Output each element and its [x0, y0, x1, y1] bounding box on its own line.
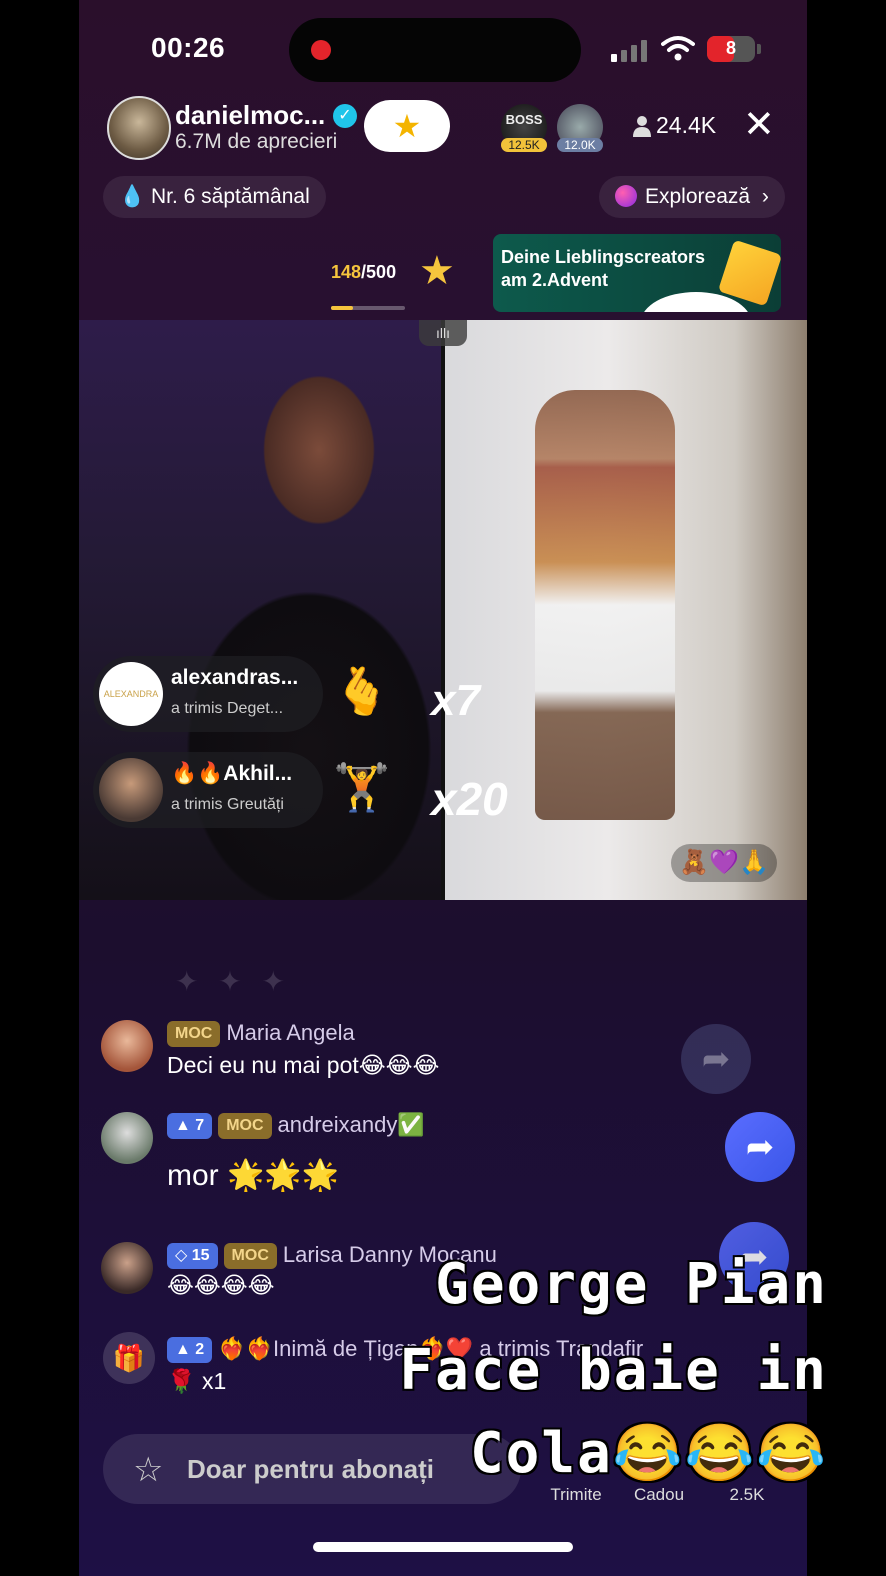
star-outline-icon: ☆	[133, 1451, 164, 1489]
comment-input[interactable]: ☆ Doar pentru abonați	[103, 1434, 521, 1504]
audio-levels-icon[interactable]: ıllı	[419, 320, 467, 346]
chat-message[interactable]: MOC Maria Angela Deci eu nu mai pot😂😂😂	[101, 1020, 661, 1080]
gift-message: a trimis Deget...	[171, 700, 284, 717]
chat-message[interactable]: ▲ 7 MOC andreixandy✅ mor 🌟🌟🌟	[101, 1112, 661, 1212]
battery-icon: 8	[707, 36, 755, 62]
person-icon	[633, 116, 651, 137]
guest-emoji-tag: 🧸💜🙏	[671, 844, 777, 882]
level-badge: ◇ 15	[167, 1243, 218, 1269]
gift-sender-name: alexandras...	[171, 666, 299, 689]
viewer-count[interactable]: 24.4K	[656, 112, 716, 139]
fan-badge: MOC	[167, 1021, 221, 1047]
avatar	[101, 1242, 153, 1294]
battery-tip	[757, 44, 761, 54]
send-label[interactable]: Trimite	[531, 1485, 621, 1505]
top-gifter-2-value: 12.0K	[557, 138, 603, 152]
explore-label: Explorează	[645, 185, 751, 208]
caption-line-2: Face baie in	[399, 1338, 828, 1403]
verified-badge-icon: ✓	[333, 104, 357, 128]
gift-notification[interactable]: 🔥🔥Akhil... a trimis Greutăți 🏋️	[93, 752, 390, 828]
recording-indicator-icon	[311, 40, 331, 60]
gift-sender-name: 🔥🔥Akhil...	[171, 762, 293, 785]
gift-notification[interactable]: ALEXANDRA alexandras... a trimis Deget..…	[93, 656, 390, 732]
goal-progress-text: 148/500	[331, 262, 396, 283]
chat-header: ▲ 7 MOC andreixandy✅	[167, 1112, 425, 1139]
chat-text: mor 🌟🌟🌟	[167, 1159, 340, 1192]
share-icon[interactable]: ➦	[681, 1024, 751, 1094]
explore-button[interactable]: Explorează ›	[599, 176, 785, 218]
dumbbell-icon: 🏋️	[333, 761, 391, 813]
goal-total: /500	[361, 262, 397, 282]
share-button[interactable]: ➦	[725, 1112, 795, 1182]
host-likes: 6.7M de aprecieri	[175, 130, 338, 153]
boss-label: BOSS	[505, 112, 543, 127]
host-avatar[interactable]	[107, 96, 171, 160]
home-indicator	[313, 1542, 573, 1552]
caption-line-1: George Pian	[435, 1252, 828, 1317]
fan-badge: MOC	[223, 1243, 277, 1269]
top-gifter-1-value: 12.5K	[501, 138, 547, 152]
chat-text: 🌹 x1	[167, 1368, 227, 1394]
battery-level: 8	[725, 38, 736, 58]
dynamic-island	[289, 18, 581, 82]
chevron-right-icon: ›	[761, 185, 769, 208]
weekly-rank-pill[interactable]: 💧 Nr. 6 săptămânal	[103, 176, 326, 218]
comment-placeholder: Doar pentru abonați	[187, 1454, 435, 1484]
chat-text: Deci eu nu mai pot😂😂😂	[167, 1052, 440, 1078]
follow-star-button[interactable]: ★	[364, 100, 450, 152]
avatar	[101, 1020, 153, 1072]
chat-username[interactable]: andreixandy✅	[278, 1112, 425, 1137]
likes-count[interactable]: 2.5K	[707, 1485, 787, 1505]
gift-message: a trimis Greutăți	[171, 796, 284, 813]
finger-heart-icon: 🫰	[333, 665, 391, 717]
goal-current: 148	[331, 262, 362, 282]
avatar	[99, 758, 163, 822]
close-icon[interactable]: ✕	[743, 106, 775, 144]
person-in-shower	[535, 390, 675, 820]
planet-icon	[615, 185, 637, 207]
top-gifter-badge-2[interactable]: 12.0K	[557, 104, 603, 152]
fan-badge: MOC	[218, 1113, 272, 1139]
promo-banner-text: Deine Lieblingscreators am 2.Advent	[501, 247, 706, 290]
chat-username[interactable]: Maria Angela	[226, 1020, 354, 1045]
goal-progress-bar	[331, 306, 405, 310]
gift-multiplier: x7	[431, 676, 480, 725]
promo-banner[interactable]: Deine Lieblingscreators am 2.Advent	[493, 234, 781, 312]
avatar: ALEXANDRA	[99, 662, 163, 726]
level-badge: ▲ 2	[167, 1337, 213, 1363]
level-badge: ▲ 7	[167, 1113, 213, 1139]
top-gifter-badge-1[interactable]: BOSS 12.5K	[501, 104, 547, 152]
avatar	[101, 1112, 153, 1164]
gift-label[interactable]: Cadou	[619, 1485, 699, 1505]
chat-header: MOC Maria Angela	[167, 1020, 355, 1047]
weekly-rank-label: Nr. 6 săptămânal	[151, 185, 310, 208]
wifi-icon	[661, 36, 695, 61]
status-time: 00:26	[151, 32, 226, 63]
faded-overlay-text: ✦ ✦ ✦	[175, 966, 291, 997]
star-icon: ★	[419, 249, 455, 293]
chat-text: 😂😂😂😂	[167, 1272, 275, 1298]
gift-multiplier: x20	[431, 773, 508, 825]
caption-line-3: Cola😂😂😂	[469, 1421, 828, 1486]
host-name[interactable]: danielmoc...	[175, 100, 325, 131]
cellular-signal-icon	[611, 38, 655, 62]
flame-icon: 💧	[119, 185, 146, 208]
